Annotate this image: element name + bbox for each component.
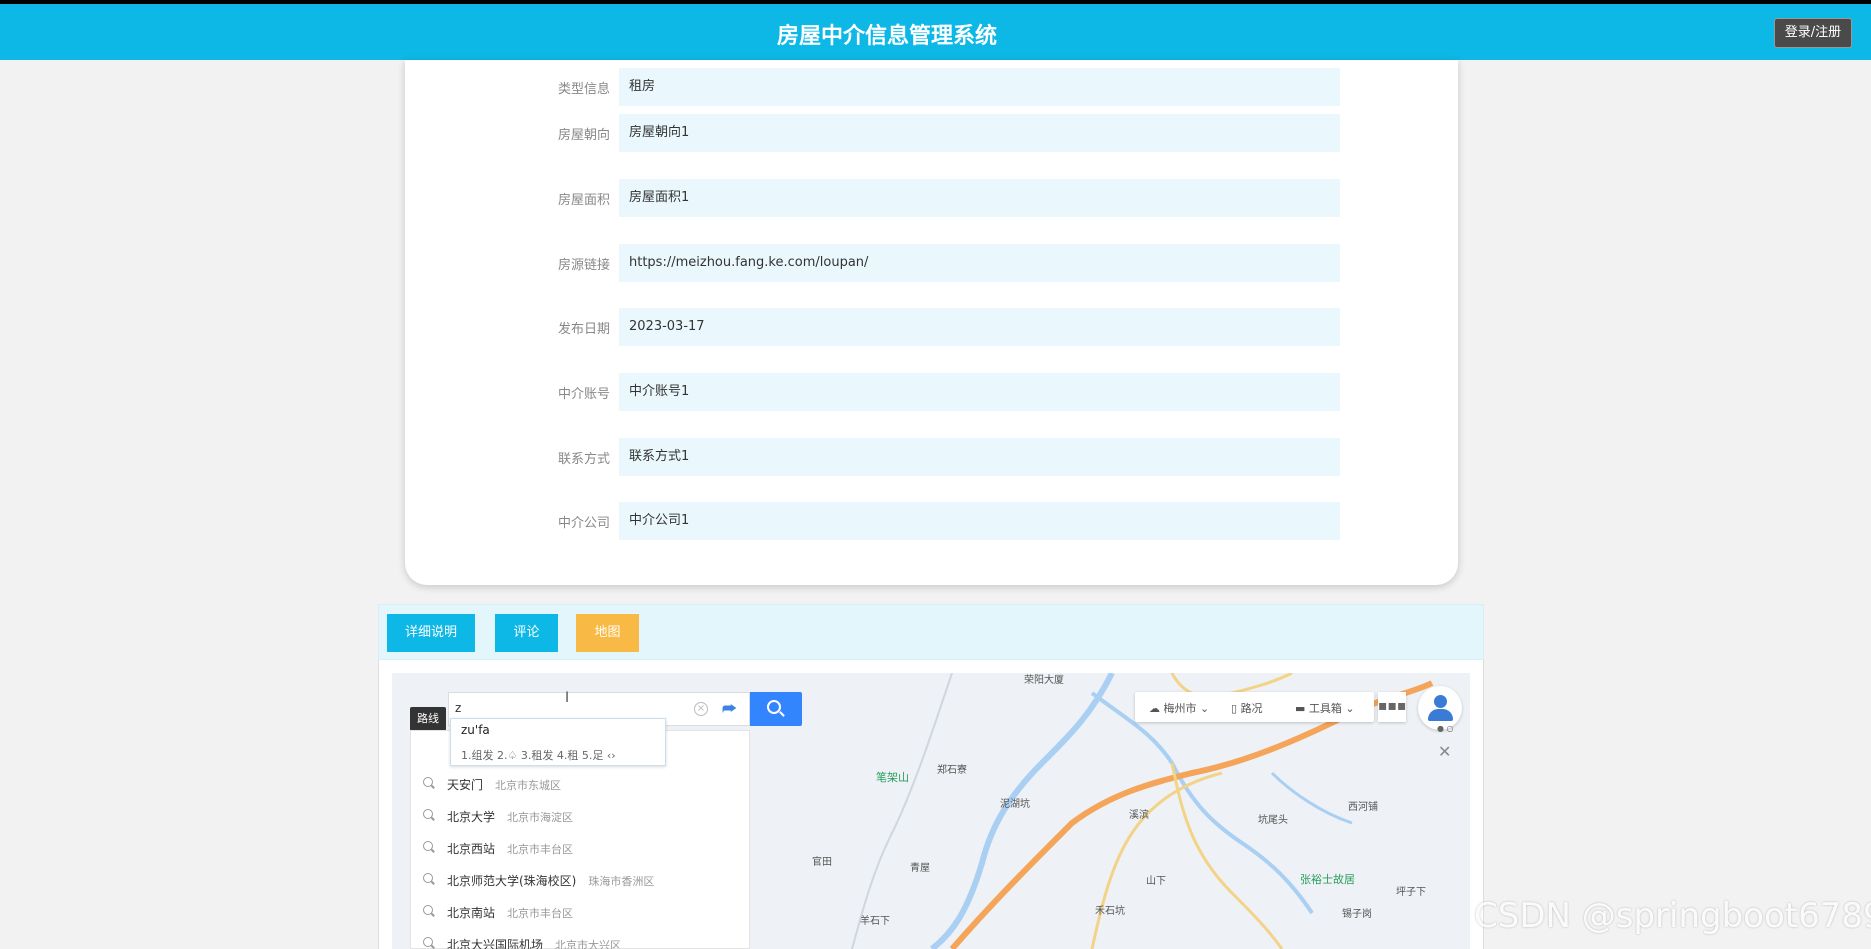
suggestion-item[interactable]: 天安门 北京市东城区	[411, 767, 749, 799]
close-icon[interactable]: ✕	[1438, 742, 1451, 761]
map-place: 禾石坑	[1095, 906, 1125, 917]
suggestion-item[interactable]: 北京西站 北京市丰台区	[411, 831, 749, 863]
tab-comments[interactable]: 评论	[495, 614, 558, 652]
search-icon	[423, 809, 433, 819]
top-navbar: 房屋中介信息管理系统 登录/注册	[0, 0, 1871, 60]
detail-value-field[interactable]: 租房	[619, 68, 1340, 106]
map-place: 西河铺	[1348, 802, 1378, 813]
pager-dots-icon: ● ○	[1437, 724, 1454, 733]
search-icon	[767, 700, 781, 714]
detail-row-contact: 联系方式 联系方式1	[405, 438, 1458, 476]
suggestion-address: 北京市丰台区	[507, 843, 574, 856]
suggestion-item[interactable]: 北京大兴国际机场 北京市大兴区	[411, 927, 749, 949]
detail-label: 房屋面积	[557, 193, 610, 208]
suggestion-address: 北京市丰台区	[507, 907, 574, 920]
detail-label: 中介公司	[557, 516, 610, 531]
detail-row-agent-account: 中介账号 中介账号1	[405, 373, 1458, 411]
route-tooltip: 路线	[410, 707, 446, 731]
detail-label: 类型信息	[557, 82, 610, 97]
detail-value-field[interactable]: 联系方式1	[619, 438, 1340, 476]
detail-row-publish-date: 发布日期 2023-03-17	[405, 308, 1458, 346]
map-place[interactable]: 笔架山	[876, 769, 909, 785]
detail-label: 房屋朝向	[557, 128, 610, 143]
clear-icon[interactable]: ×	[694, 702, 708, 716]
detail-label: 房源链接	[557, 258, 610, 273]
ime-pinyin: zu'fa	[461, 723, 490, 737]
detail-row-orientation: 房屋朝向 房屋朝向1	[405, 114, 1458, 152]
map-place: 山下	[1146, 876, 1166, 887]
detail-value-field[interactable]: 中介公司1	[619, 502, 1340, 540]
map-toolbar: ☁ 梅州市 ⌄ ▯ 路况 ▬ 工具箱 ⌄	[1135, 692, 1374, 722]
detail-value-field[interactable]: 房屋面积1	[619, 179, 1340, 217]
suggestion-item[interactable]: 北京师范大学(珠海校区) 珠海市香洲区	[411, 863, 749, 895]
search-icon	[423, 905, 433, 915]
traffic-toggle[interactable]: ▯ 路况	[1231, 700, 1263, 716]
map-place[interactable]: 张裕士故居	[1300, 871, 1355, 887]
text-cursor-icon: I	[565, 690, 570, 706]
tab-details[interactable]: 详细说明	[387, 614, 475, 652]
suggestion-item[interactable]: 北京大学 北京市海淀区	[411, 799, 749, 831]
suggestion-name: 天安门	[447, 778, 484, 792]
detail-card: 类型信息 租房 房屋朝向 房屋朝向1 房屋面积 房屋面积1 房源链接 https…	[405, 60, 1458, 585]
map-place: 溪滨	[1129, 810, 1149, 821]
map-place: 锡子岗	[1342, 909, 1372, 920]
suggestion-address: 北京市大兴区	[555, 939, 622, 949]
map-place: 青屋	[910, 863, 930, 874]
detail-value-field[interactable]: https://meizhou.fang.ke.com/loupan/	[619, 244, 1340, 282]
watermark: CSDN @springboot6789	[1474, 896, 1871, 936]
suggestion-name: 北京大兴国际机场	[447, 938, 544, 949]
suggestion-name: 北京大学	[447, 810, 496, 824]
search-icon	[423, 841, 433, 851]
detail-row-type: 类型信息 租房	[405, 68, 1458, 106]
search-icon	[423, 937, 433, 947]
map-place: 羊石下	[860, 916, 890, 927]
map-place: 郑石寮	[937, 765, 967, 776]
suggestion-name: 北京南站	[447, 906, 496, 920]
map-place: 坪子下	[1396, 887, 1426, 898]
search-text: z	[455, 701, 462, 715]
detail-value-field[interactable]: 房屋朝向1	[619, 114, 1340, 152]
detail-value-field[interactable]: 2023-03-17	[619, 308, 1340, 346]
tab-map[interactable]: 地图	[576, 614, 639, 652]
directions-icon[interactable]: ⮫	[722, 699, 742, 719]
detail-label: 联系方式	[557, 452, 610, 467]
suggestion-name: 北京西站	[447, 842, 496, 856]
detail-label: 中介账号	[557, 387, 610, 402]
detail-row-area: 房屋面积 房屋面积1	[405, 179, 1458, 217]
toolbox-dropdown[interactable]: ▬ 工具箱 ⌄	[1295, 700, 1355, 716]
search-icon	[423, 777, 433, 787]
detail-row-link: 房源链接 https://meizhou.fang.ke.com/loupan/	[405, 244, 1458, 282]
city-selector[interactable]: ☁ 梅州市 ⌄	[1149, 700, 1209, 716]
detail-tabs: 详细说明 评论 地图	[378, 604, 1484, 660]
suggestion-address: 北京市东城区	[495, 779, 562, 792]
message-icon[interactable]: ▪▪▪	[1378, 692, 1406, 722]
map-place: 荣阳大厦	[1024, 675, 1064, 686]
suggestion-name: 北京师范大学(珠海校区)	[447, 874, 577, 888]
detail-row-agency: 中介公司 中介公司1	[405, 502, 1458, 540]
suggestion-address: 珠海市香洲区	[588, 875, 655, 888]
login-register-button[interactable]: 登录/注册	[1774, 18, 1852, 48]
detail-value-field[interactable]: 中介账号1	[619, 373, 1340, 411]
suggestion-item[interactable]: 北京南站 北京市丰台区	[411, 895, 749, 927]
ime-candidate-window: zu'fa 1.组发 2.♤ 3.租发 4.租 5.足 ‹›	[450, 718, 666, 766]
map-place: 泥湖坑	[1000, 799, 1030, 810]
map-search-button[interactable]	[750, 692, 802, 726]
suggestion-address: 北京市海淀区	[507, 811, 574, 824]
map-place: 坑尾头	[1258, 815, 1288, 826]
detail-label: 发布日期	[557, 322, 610, 337]
ime-candidates[interactable]: 1.组发 2.♤ 3.租发 4.租 5.足 ‹›	[461, 747, 616, 763]
search-icon	[423, 873, 433, 883]
map-place: 官田	[812, 857, 832, 868]
site-title: 房屋中介信息管理系统	[776, 24, 997, 49]
